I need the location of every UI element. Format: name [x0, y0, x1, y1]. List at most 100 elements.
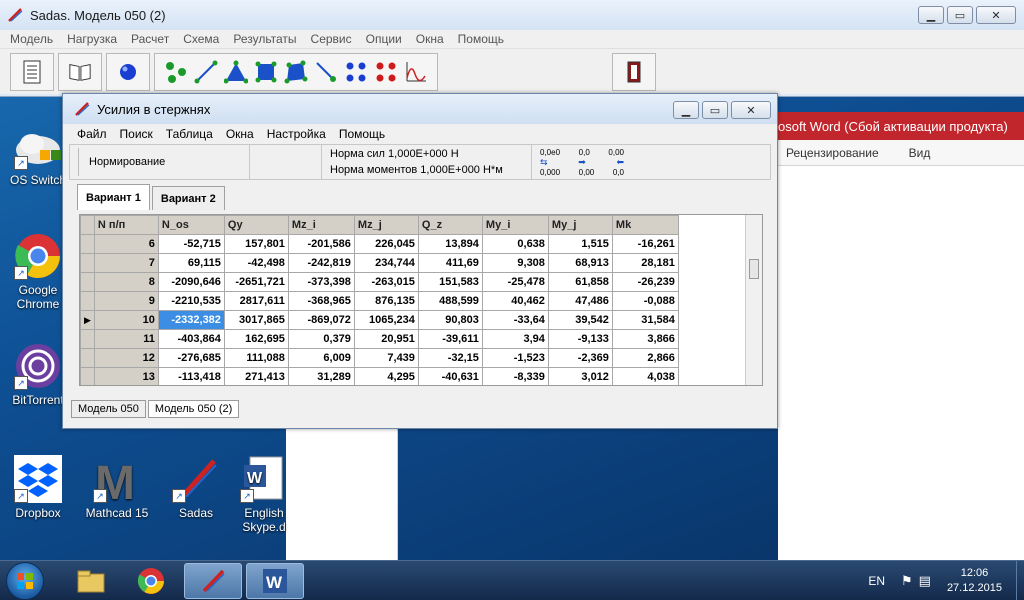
table-cell[interactable]: 2,866 — [611, 348, 679, 368]
menu-help[interactable]: Помощь — [458, 32, 504, 46]
menu-service[interactable]: Сервис — [311, 32, 352, 46]
table-cell[interactable]: -39,611 — [417, 329, 483, 349]
table-cell[interactable]: -263,015 — [353, 272, 419, 292]
row-selector[interactable] — [80, 234, 95, 254]
table-row[interactable]: 11 -403,864 162,695 0,379 20,951 -39,611 3,94-… — [80, 329, 679, 349]
arrow-node-icon[interactable] — [314, 58, 338, 86]
language-indicator[interactable]: EN — [868, 574, 885, 588]
table-cell[interactable]: -113,418 — [157, 367, 225, 385]
taskbar-word[interactable]: W — [246, 563, 304, 599]
child-close-button[interactable]: ✕ — [731, 101, 771, 119]
table-cell[interactable]: 151,583 — [417, 272, 483, 292]
row-selector[interactable] — [80, 367, 95, 385]
row-number[interactable]: 6 — [93, 234, 159, 254]
row-selector[interactable] — [80, 291, 95, 311]
table-cell[interactable]: -869,072 — [287, 310, 355, 330]
table-row[interactable]: ▶ 10 -2332,382 3017,865 -869,072 1065,234 90,8… — [80, 310, 679, 330]
table-cell[interactable]: 61,858 — [547, 272, 613, 292]
table-cell[interactable]: -201,586 — [287, 234, 355, 254]
col-header[interactable]: Mz_i — [287, 215, 355, 235]
table-cell[interactable]: 40,462 — [481, 291, 549, 311]
bar-element-icon[interactable] — [194, 58, 218, 86]
quad-element-2-icon[interactable] — [284, 58, 308, 86]
row-selector[interactable] — [80, 348, 95, 368]
tab-variant-1[interactable]: Вариант 1 — [77, 184, 150, 210]
table-cell[interactable]: 0,638 — [481, 234, 549, 254]
blue-nodes-icon[interactable] — [344, 58, 368, 86]
table-cell[interactable]: 3,012 — [547, 367, 613, 385]
maximize-button[interactable]: ▭ — [947, 6, 973, 24]
table-cell[interactable]: -2651,721 — [223, 272, 289, 292]
table-cell[interactable]: -276,685 — [157, 348, 225, 368]
desktop-icon-dropbox[interactable]: ↗ Dropbox — [6, 455, 70, 520]
table-row[interactable]: 13 -113,418 271,413 31,289 4,295 -40,631 -8,33… — [80, 367, 679, 385]
table-cell[interactable]: 1,515 — [547, 234, 613, 254]
child-maximize-button[interactable]: ▭ — [702, 101, 728, 119]
vertical-scrollbar[interactable] — [745, 215, 762, 385]
table-cell[interactable]: 2817,611 — [223, 291, 289, 311]
word-tab-view[interactable]: Вид — [909, 146, 931, 160]
table-row[interactable]: 12 -276,685 111,088 6,009 7,439 -32,15 -1,523-… — [80, 348, 679, 368]
table-cell[interactable]: 234,744 — [353, 253, 419, 273]
col-header[interactable]: N п/п — [93, 215, 159, 235]
table-cell[interactable]: 162,695 — [223, 329, 289, 349]
menu-help[interactable]: Помощь — [339, 127, 385, 141]
menu-options[interactable]: Опции — [366, 32, 402, 46]
close-button[interactable]: ✕ — [976, 6, 1016, 24]
row-number[interactable]: 10 — [93, 310, 159, 330]
table-cell[interactable]: -32,15 — [417, 348, 483, 368]
table-row[interactable]: 9 -2210,535 2817,611 -368,965 876,135 488,599… — [80, 291, 679, 311]
table-cell[interactable]: 47,486 — [547, 291, 613, 311]
table-cell[interactable]: -9,133 — [547, 329, 613, 349]
table-cell[interactable]: -368,965 — [287, 291, 355, 311]
nodes-icon[interactable] — [164, 58, 188, 86]
document-icon[interactable] — [20, 58, 44, 86]
col-header[interactable]: My_i — [481, 215, 549, 235]
table-cell[interactable]: 1065,234 — [353, 310, 419, 330]
sphere-icon[interactable] — [116, 58, 140, 86]
quad-element-icon[interactable] — [254, 58, 278, 86]
desktop-icon-mathcad[interactable]: M ↗ Mathcad 15 — [84, 455, 150, 520]
menu-settings[interactable]: Настройка — [267, 127, 326, 141]
col-header[interactable]: Qy — [223, 215, 289, 235]
table-row[interactable]: 7 69,115 -42,498 -242,819 234,744 411,69 9,308… — [80, 253, 679, 273]
tab-model-050-2[interactable]: Модель 050 (2) — [147, 400, 240, 418]
table-cell[interactable]: -403,864 — [157, 329, 225, 349]
word-tab-review[interactable]: Рецензирование — [786, 146, 879, 160]
table-cell[interactable]: 7,439 — [353, 348, 419, 368]
table-cell[interactable]: 90,803 — [417, 310, 483, 330]
table-cell[interactable]: -242,819 — [287, 253, 355, 273]
desktop-icon-sadas[interactable]: ↗ Sadas — [164, 455, 228, 520]
number-format-buttons[interactable]: 0,0e0 0,0 0,00 ⇆ ➡ ⬅ 0,000 0,00 0,0 — [532, 145, 632, 179]
show-desktop-button[interactable] — [1016, 561, 1024, 600]
menu-windows[interactable]: Окна — [416, 32, 444, 46]
clock[interactable]: 12:06 27.12.2015 — [947, 566, 1002, 596]
table-row[interactable]: 8 -2090,646 -2651,721 -373,398 -263,015 151,5… — [80, 272, 679, 292]
row-number[interactable]: 11 — [93, 329, 159, 349]
table-cell[interactable]: 13,894 — [417, 234, 483, 254]
triangle-element-icon[interactable] — [224, 58, 248, 86]
row-selector[interactable]: ▶ — [80, 310, 95, 330]
table-cell[interactable]: 157,801 — [223, 234, 289, 254]
table-cell[interactable]: 876,135 — [353, 291, 419, 311]
row-selector[interactable] — [80, 253, 95, 273]
table-cell[interactable]: -8,339 — [481, 367, 549, 385]
table-cell[interactable]: 3,94 — [481, 329, 549, 349]
table-cell[interactable]: 411,69 — [417, 253, 483, 273]
forces-title-bar[interactable]: Усилия в стержнях ▁ ▭ ✕ — [63, 94, 777, 124]
col-header[interactable]: My_j — [547, 215, 613, 235]
desktop-icon-bittorrent[interactable]: ↗ BitTorrent — [6, 342, 70, 407]
table-cell[interactable]: 3017,865 — [223, 310, 289, 330]
row-number[interactable]: 13 — [93, 367, 159, 385]
col-header[interactable]: N_os — [157, 215, 225, 235]
table-cell[interactable]: 31,584 — [611, 310, 679, 330]
table-cell[interactable]: 271,413 — [223, 367, 289, 385]
book-icon[interactable] — [68, 58, 92, 86]
word-window[interactable]: osoft Word (Сбой активации продукта) Рец… — [778, 112, 1024, 560]
taskbar-explorer[interactable] — [62, 563, 120, 599]
tab-model-050[interactable]: Модель 050 — [71, 400, 146, 418]
row-selector[interactable] — [80, 329, 95, 349]
minimize-button[interactable]: ▁ — [918, 6, 944, 24]
table-cell[interactable]: -42,498 — [223, 253, 289, 273]
table-cell[interactable]: 69,115 — [157, 253, 225, 273]
